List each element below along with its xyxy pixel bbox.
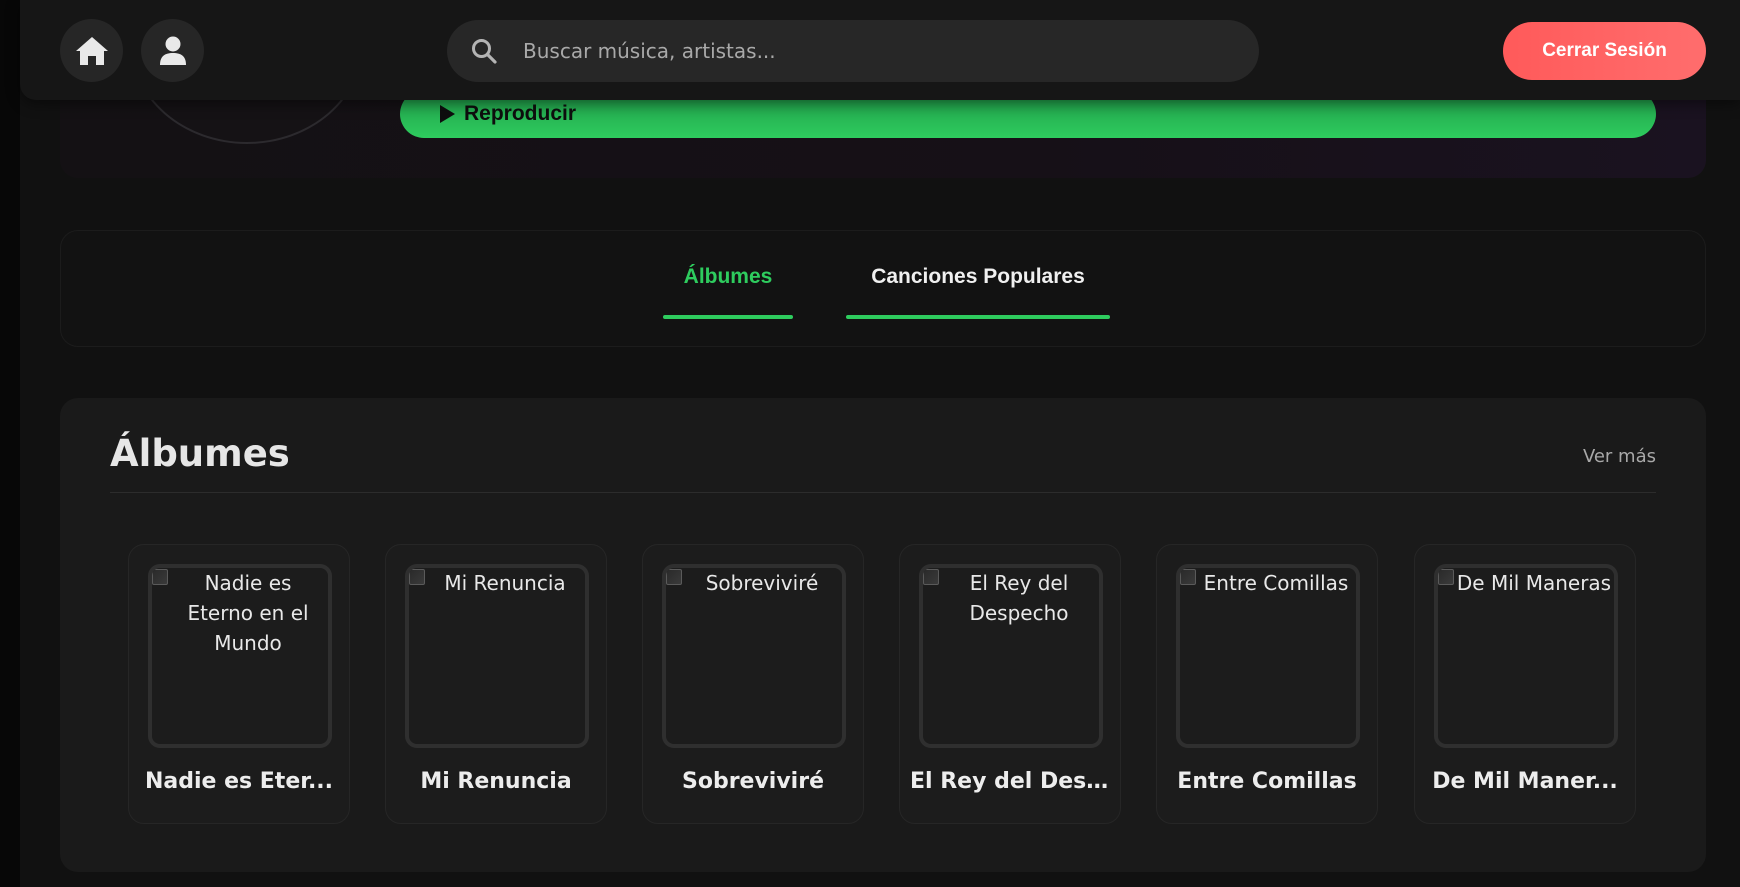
broken-image-icon: [152, 569, 168, 585]
album-card[interactable]: Nadie es Eterno en el Mundo Nadie es Ete…: [128, 544, 350, 824]
home-button[interactable]: [60, 19, 123, 82]
album-card[interactable]: De Mil Maneras De Mil Maner...: [1414, 544, 1636, 824]
top-bar: Cerrar Sesión: [20, 0, 1740, 100]
album-cover-alt: Mi Renuncia: [444, 571, 566, 595]
album-card[interactable]: Entre Comillas Entre Comillas: [1156, 544, 1378, 824]
albums-section: Álbumes Ver más Nadie es Eterno en el Mu…: [60, 398, 1706, 872]
album-title: De Mil Maner...: [1432, 769, 1618, 794]
album-cover: Nadie es Eterno en el Mundo: [148, 564, 332, 748]
logout-button[interactable]: Cerrar Sesión: [1503, 22, 1706, 80]
album-title: Entre Comillas: [1177, 769, 1357, 794]
album-cover: Mi Renuncia: [405, 564, 589, 748]
album-title: El Rey del Des...: [910, 769, 1110, 794]
tab-popular-songs[interactable]: Canciones Populares: [846, 265, 1110, 319]
album-title: Sobreviviré: [681, 769, 824, 794]
album-cover-alt: De Mil Maneras: [1456, 571, 1612, 595]
album-cover: Entre Comillas: [1176, 564, 1360, 748]
album-title: Nadie es Eter...: [144, 769, 334, 794]
album-cover: Sobreviviré: [662, 564, 846, 748]
tabs-bar: Álbumes Canciones Populares: [60, 230, 1706, 347]
home-icon: [75, 36, 108, 65]
album-card[interactable]: Mi Renuncia Mi Renuncia: [385, 544, 607, 824]
album-cover: De Mil Maneras: [1434, 564, 1618, 748]
see-more-link[interactable]: Ver más: [1583, 446, 1656, 467]
tab-albums[interactable]: Álbumes: [663, 265, 793, 319]
section-title: Álbumes: [110, 432, 290, 475]
user-icon: [159, 36, 186, 65]
search-bar[interactable]: [447, 20, 1259, 82]
album-cover: El Rey del Despecho: [919, 564, 1103, 748]
app-page: Reproducir Cerrar Sesión: [0, 0, 1740, 887]
broken-image-icon: [1438, 569, 1454, 585]
album-title: Mi Renuncia: [420, 769, 572, 794]
play-icon: [440, 105, 455, 123]
album-card[interactable]: El Rey del Despecho El Rey del Des...: [899, 544, 1121, 824]
broken-image-icon: [409, 569, 425, 585]
section-divider: [110, 492, 1656, 493]
search-icon: [469, 36, 499, 66]
broken-image-icon: [923, 569, 939, 585]
left-edge: [0, 0, 20, 887]
album-card[interactable]: Sobreviviré Sobreviviré: [642, 544, 864, 824]
album-cover-alt: El Rey del Despecho: [969, 571, 1069, 625]
profile-button[interactable]: [141, 19, 204, 82]
broken-image-icon: [666, 569, 682, 585]
search-input[interactable]: [521, 38, 1259, 64]
broken-image-icon: [1180, 569, 1196, 585]
album-cover-alt: Nadie es Eterno en el Mundo: [187, 571, 309, 655]
album-cover-alt: Entre Comillas: [1203, 571, 1349, 595]
album-cover-alt: Sobreviviré: [705, 571, 819, 595]
play-button-label: Reproducir: [464, 102, 577, 125]
